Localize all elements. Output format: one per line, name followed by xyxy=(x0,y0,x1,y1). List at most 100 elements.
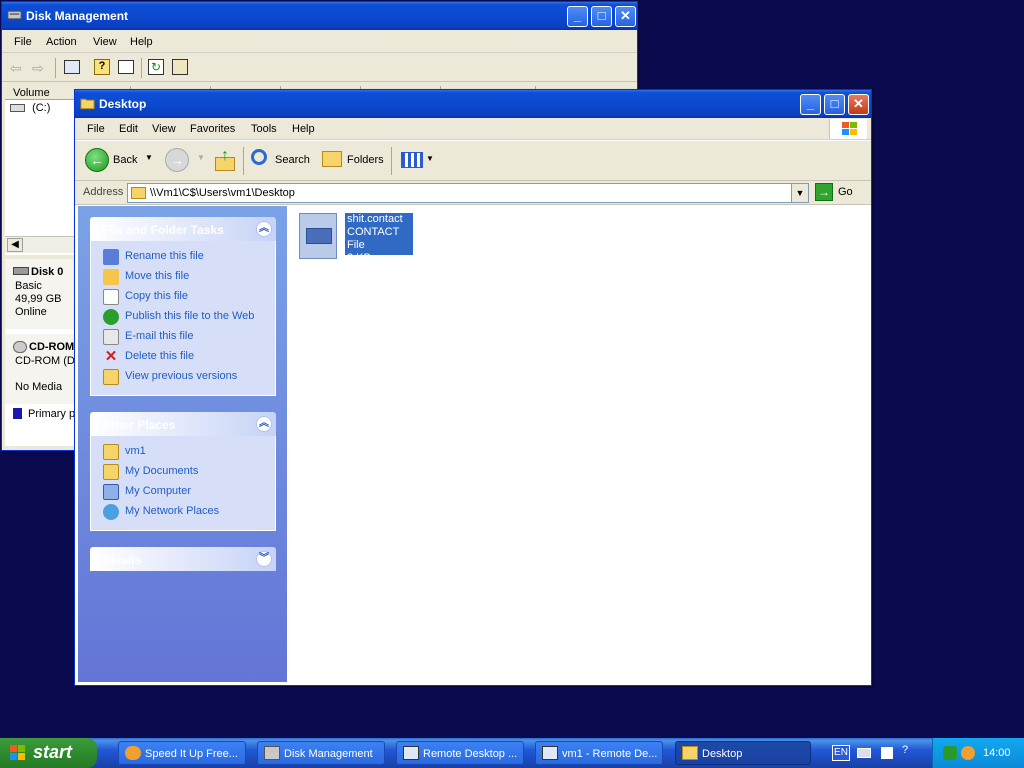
delete-icon: ✕ xyxy=(104,348,118,365)
menu-file[interactable]: File xyxy=(87,123,105,135)
address-dropdown-icon[interactable]: ▼ xyxy=(791,184,808,202)
back-dropdown-icon[interactable]: ▼ xyxy=(145,153,153,162)
standard-toolbar: ← Back ▼ → ▼ ↑ Search Folders ▼ xyxy=(75,141,871,181)
expand-chevron-icon[interactable]: ︾ xyxy=(256,551,272,567)
maximize-button[interactable]: □ xyxy=(591,6,612,27)
go-arrow-icon[interactable]: → xyxy=(815,183,833,201)
file-label: shit.contact CONTACT File 2 KB xyxy=(345,213,413,264)
menu-tools[interactable]: Tools xyxy=(251,123,277,135)
menu-file[interactable]: File xyxy=(14,36,32,48)
rename-icon xyxy=(103,249,119,265)
taskbar-disk-management[interactable]: Disk Management xyxy=(257,741,385,765)
clock[interactable]: 14:00 xyxy=(983,747,1011,759)
forward-arrow-icon[interactable]: ⇨ xyxy=(32,60,44,77)
volume-row-c[interactable]: (C:) xyxy=(10,102,50,114)
language-indicator[interactable]: EN xyxy=(832,745,850,761)
scroll-left-arrow-icon[interactable]: ◀ xyxy=(7,238,23,252)
help-icon[interactable]: ? xyxy=(94,59,110,75)
menu-bar: File Action View Help xyxy=(2,31,637,53)
up-folder-icon[interactable]: ↑ xyxy=(213,147,237,173)
toolbar-separator xyxy=(141,58,142,78)
remote-desktop-icon xyxy=(403,746,419,760)
keyboard-icon[interactable] xyxy=(857,748,871,758)
tray-app-icon[interactable] xyxy=(961,746,975,760)
app-icon xyxy=(125,746,141,760)
views-icon[interactable] xyxy=(401,152,423,168)
menu-favorites[interactable]: Favorites xyxy=(190,123,235,135)
search-button[interactable]: Search xyxy=(275,154,310,166)
start-button[interactable]: start xyxy=(0,738,97,768)
close-button[interactable]: ✕ xyxy=(615,6,636,27)
properties-icon[interactable] xyxy=(118,60,134,74)
minimize-button[interactable]: _ xyxy=(800,94,821,115)
explorer-titlebar[interactable]: Desktop _ □ ✕ xyxy=(75,90,871,118)
volume-name: (C:) xyxy=(32,102,51,114)
cdrom-drive: CD-ROM (D: xyxy=(15,355,78,367)
network-icon[interactable] xyxy=(943,746,957,760)
menu-bar: File Edit View Favorites Tools Help xyxy=(75,118,871,140)
disk-management-titlebar[interactable]: Disk Management _ □ ✕ xyxy=(2,2,637,30)
file-folder-tasks-header[interactable]: File and Folder Tasks ︽ xyxy=(90,217,276,241)
disk0-panel[interactable]: Disk 0 Basic 49,99 GB Online xyxy=(5,259,75,329)
forward-arrow-icon[interactable]: → xyxy=(165,148,189,172)
back-arrow-icon[interactable]: ← xyxy=(85,148,109,172)
details-header[interactable]: Details ︾ xyxy=(90,547,276,571)
file-folder-tasks-title: File and Folder Tasks xyxy=(102,223,224,237)
menu-help[interactable]: Help xyxy=(130,36,153,48)
minimize-button[interactable]: _ xyxy=(567,6,588,27)
explorer-window[interactable]: Desktop _ □ ✕ File Edit View Favorites T… xyxy=(74,89,872,686)
file-view: shit.contact CONTACT File 2 KB xyxy=(287,206,868,682)
refresh-icon[interactable]: ↻ xyxy=(148,59,164,75)
taskbar-speed-it-up[interactable]: Speed It Up Free... xyxy=(118,741,246,765)
back-arrow-icon[interactable]: ⇦ xyxy=(10,60,22,77)
menu-action[interactable]: Action xyxy=(46,36,77,48)
toolbar-separator xyxy=(243,147,244,175)
details-title: Details xyxy=(102,553,142,567)
go-button[interactable]: Go xyxy=(838,186,853,198)
collapse-chevron-icon[interactable]: ︽ xyxy=(256,416,272,432)
folders-icon[interactable] xyxy=(322,151,342,167)
file-size: 2 KB xyxy=(347,252,371,264)
cdrom-panel[interactable]: CD-ROM CD-ROM (D: No Media xyxy=(5,334,78,404)
horizontal-scrollbar[interactable]: ◀ xyxy=(5,236,75,253)
network-places-icon xyxy=(103,504,119,520)
disk0-type: Basic xyxy=(15,280,42,292)
taskbar-desktop[interactable]: Desktop xyxy=(675,741,811,765)
column-volume[interactable]: Volume xyxy=(13,87,50,99)
menu-view[interactable]: View xyxy=(93,36,117,48)
taskbar-remote-desktop[interactable]: Remote Desktop ... xyxy=(396,741,524,765)
menu-help[interactable]: Help xyxy=(292,123,315,135)
window-title: Desktop xyxy=(99,97,147,111)
other-places-header[interactable]: Other Places ︽ xyxy=(90,412,276,436)
back-button[interactable]: Back xyxy=(113,154,137,166)
taskbar-vm1-remote-desktop[interactable]: vm1 - Remote De... xyxy=(535,741,663,765)
cdrom-status: No Media xyxy=(15,381,63,393)
legend-swatch xyxy=(13,408,22,419)
email-icon xyxy=(103,329,119,345)
search-icon[interactable] xyxy=(251,149,267,165)
rescan-disks-icon[interactable] xyxy=(172,59,188,75)
menu-edit[interactable]: Edit xyxy=(119,123,138,135)
tool-icon[interactable] xyxy=(881,747,893,759)
file-item[interactable]: shit.contact CONTACT File 2 KB xyxy=(297,210,427,264)
menu-view[interactable]: View xyxy=(152,123,176,135)
collapse-chevron-icon[interactable]: ︽ xyxy=(256,221,272,237)
help-icon[interactable]: ? xyxy=(902,744,908,756)
disk-management-icon xyxy=(7,10,22,20)
toolbar: ⇦ ⇨ ? ↻ xyxy=(2,54,637,82)
disk0-name: Disk 0 xyxy=(13,266,63,278)
drive-icon xyxy=(10,104,25,113)
maximize-button[interactable]: □ xyxy=(824,94,845,115)
my-documents-icon xyxy=(103,464,119,480)
task-pane: File and Folder Tasks ︽ Rename this file… xyxy=(78,206,287,682)
show-hide-console-tree-icon[interactable] xyxy=(64,60,80,74)
close-button[interactable]: ✕ xyxy=(848,94,869,115)
views-dropdown-icon[interactable]: ▼ xyxy=(426,154,434,163)
folder-icon xyxy=(80,98,95,110)
forward-dropdown-icon[interactable]: ▼ xyxy=(197,153,205,162)
window-title: Disk Management xyxy=(26,9,129,23)
toolbar-separator xyxy=(55,58,56,78)
folders-button[interactable]: Folders xyxy=(347,154,384,166)
folder-icon xyxy=(103,444,119,460)
address-input[interactable]: \\Vm1\C$\Users\vm1\Desktop ▼ xyxy=(127,183,809,203)
